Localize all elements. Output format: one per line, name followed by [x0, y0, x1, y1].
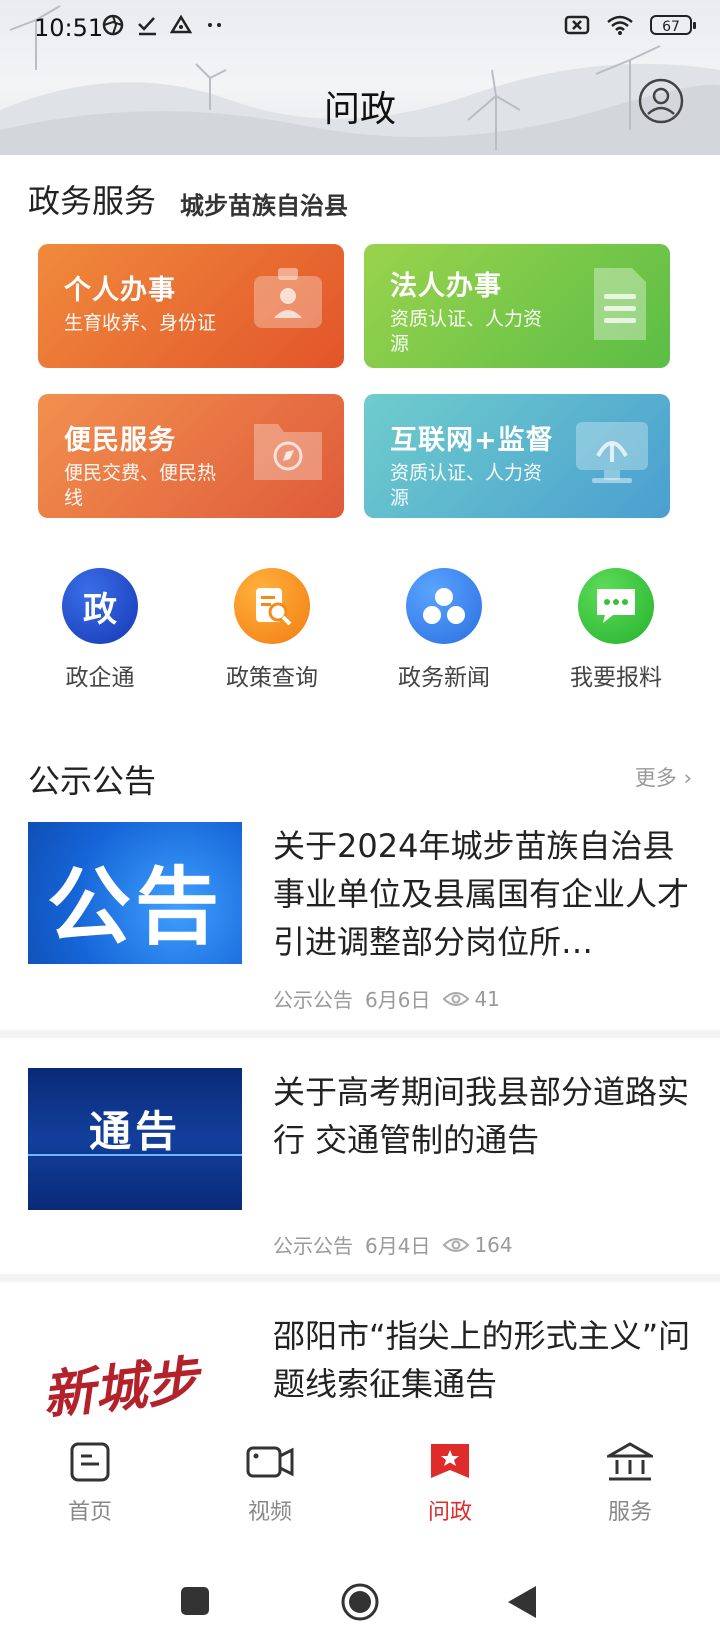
document-icon — [594, 268, 646, 340]
quick-link-label: 政务新闻 — [398, 665, 490, 691]
tab-service[interactable]: 服务 — [570, 1442, 690, 1526]
thumbnail-text: 公告 — [46, 858, 223, 956]
more-link[interactable]: 更多 › — [635, 762, 692, 792]
back-icon[interactable] — [506, 1584, 538, 1620]
home-icon — [70, 1442, 110, 1482]
views-eye-icon — [443, 1237, 470, 1252]
download-done-icon — [138, 17, 156, 36]
more-notifications-icon — [208, 23, 221, 27]
system-navigation-bar — [0, 1540, 720, 1650]
quick-link-label: 政策查询 — [226, 665, 318, 691]
policy-search-icon — [234, 568, 310, 644]
card-desc: 资质认证、人力资源 — [390, 308, 543, 355]
news-item[interactable]: 通告 关于高考期间我县部分道路实行 交通管制的通告 公示公告 6月4日 164 — [0, 1068, 720, 1268]
recent-apps-icon[interactable] — [180, 1586, 210, 1616]
wifi-icon — [607, 15, 633, 35]
shutter-icon — [102, 14, 124, 36]
tab-label: 服务 — [607, 1500, 652, 1525]
tab-label: 问政 — [427, 1500, 472, 1525]
quick-link-label: 我要报料 — [570, 665, 662, 691]
card-personal-affairs[interactable]: 个人办事 生育收养、身份证 — [38, 244, 344, 368]
id-card-icon — [254, 268, 322, 328]
status-bar: 10:51 67 — [0, 0, 720, 56]
folder-compass-icon — [254, 424, 322, 480]
card-internet-supervision[interactable]: 互联网+监督 资质认证、人力资源 — [364, 394, 670, 518]
tab-home[interactable]: 首页 — [30, 1442, 150, 1526]
news-thumbnail: 公告 — [28, 822, 242, 964]
views-eye-icon — [443, 991, 470, 1006]
no-sim-icon — [564, 15, 590, 35]
wenzheng-icon — [431, 1444, 469, 1478]
status-time: 10:51 — [34, 14, 104, 42]
news-meta: 公示公告 6月4日 164 — [273, 1230, 513, 1259]
news-views: 164 — [474, 1232, 513, 1257]
news-circles-icon — [406, 568, 482, 644]
quick-link-gov-news[interactable]: 政务新闻 — [379, 568, 509, 692]
quick-link-label: 政企通 — [65, 665, 135, 691]
video-icon — [246, 1446, 294, 1478]
tab-label: 视频 — [247, 1500, 292, 1525]
bottom-tab-bar: 首页 视频 问政 服务 — [0, 1420, 720, 1540]
quick-link-zhengqitong[interactable]: 政 政企通 — [35, 568, 165, 692]
monitor-icon — [576, 422, 648, 483]
chevron-right-icon: › — [683, 766, 692, 790]
status-notification-icons — [102, 14, 226, 36]
tab-video[interactable]: 视频 — [210, 1442, 330, 1526]
card-convenience-service[interactable]: 便民服务 便民交费、便民热线 — [38, 394, 344, 518]
news-title: 关于高考期间我县部分道路实行 交通管制的通告 — [273, 1073, 690, 1159]
drive-icon — [170, 14, 192, 34]
news-thumbnail: 通告 — [28, 1068, 242, 1210]
tab-wenzheng[interactable]: 问政 — [390, 1442, 510, 1526]
news-title: 关于2024年城步苗族自治县事业单位及县属国有企业人才引进调整部分岗位所… — [273, 827, 690, 961]
page-title: 问政 — [323, 89, 396, 130]
chat-bubble-icon — [578, 568, 654, 644]
thumbnail-line — [28, 1154, 242, 1156]
news-views: 41 — [474, 986, 500, 1011]
more-label: 更多 — [634, 766, 677, 790]
zhengqitong-icon: 政 — [62, 568, 138, 644]
home-button-icon[interactable] — [340, 1582, 380, 1622]
divider — [0, 1030, 720, 1038]
news-meta: 公示公告 6月6日 41 — [273, 984, 500, 1013]
battery-icon: 67 — [650, 15, 696, 35]
news-thumbnail: 新城步 — [28, 1332, 242, 1420]
quick-link-policy-query[interactable]: 政策查询 — [207, 568, 337, 692]
card-desc: 资质认证、人力资源 — [390, 462, 543, 509]
thumbnail-text: 通告 — [88, 1107, 181, 1156]
news-category: 公示公告 — [273, 1234, 353, 1258]
profile-avatar-icon[interactable] — [638, 78, 684, 124]
thumbnail-text: 新城步 — [39, 1349, 202, 1420]
news-item[interactable]: 新城步 邵阳市“指尖上的形式主义”问题线索征集通告 — [0, 1312, 720, 1420]
divider — [0, 1274, 720, 1282]
quick-link-report[interactable]: 我要报料 — [551, 568, 681, 692]
gov-service-region: 城步苗族自治县 — [180, 192, 348, 220]
card-desc: 便民交费、便民热线 — [64, 462, 217, 509]
zhengqitong-glyph: 政 — [83, 589, 117, 630]
tab-label: 首页 — [67, 1500, 112, 1525]
card-desc: 生育收养、身份证 — [64, 312, 217, 334]
service-icon — [603, 1442, 657, 1481]
card-legal-affairs[interactable]: 法人办事 资质认证、人力资源 — [364, 244, 670, 368]
news-date: 6月4日 — [365, 1234, 431, 1258]
news-title: 邵阳市“指尖上的形式主义”问题线索征集通告 — [273, 1317, 691, 1403]
news-date: 6月6日 — [365, 988, 431, 1012]
header: 10:51 67 问政 — [0, 0, 720, 155]
news-category: 公示公告 — [273, 988, 353, 1012]
notices-title: 公示公告 — [28, 762, 157, 800]
gov-service-title: 政务服务 — [28, 182, 157, 220]
news-item[interactable]: 公告 关于2024年城步苗族自治县事业单位及县属国有企业人才引进调整部分岗位所…… — [0, 822, 720, 1022]
status-system-icons: 67 — [564, 14, 696, 36]
